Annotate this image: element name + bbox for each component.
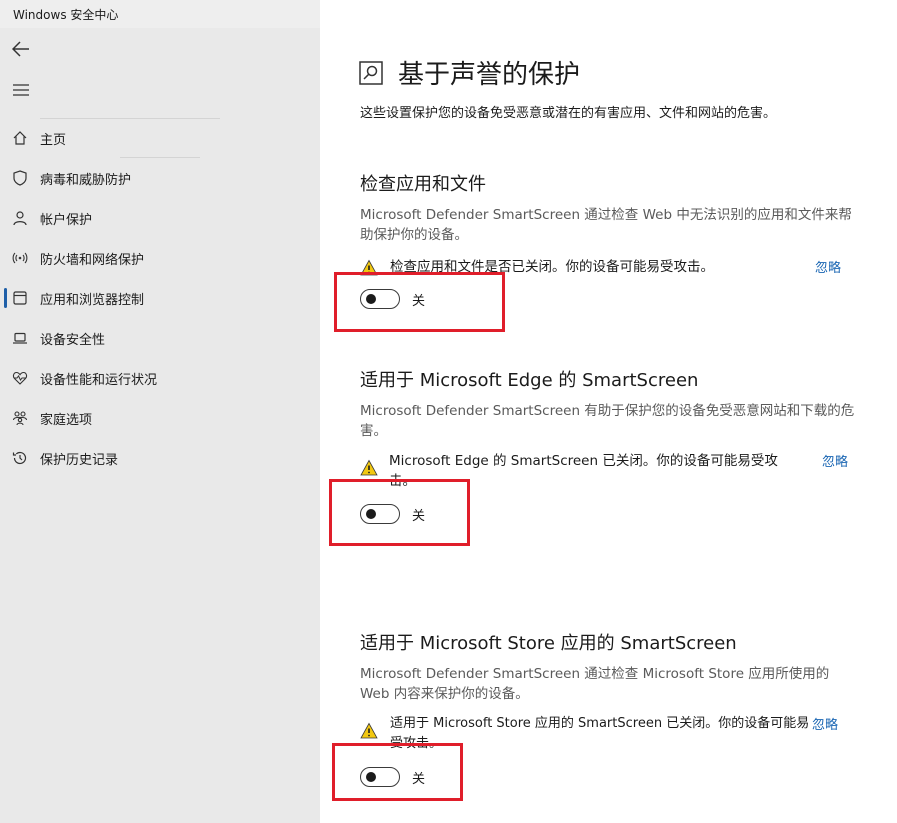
sidebar-item-protection-history[interactable]: 保护历史记录 <box>0 438 320 478</box>
laptop-icon <box>11 329 29 347</box>
heart-pulse-icon <box>11 369 29 387</box>
section-description: Microsoft Defender SmartScreen 有助于保护您的设备… <box>360 403 855 439</box>
hamburger-icon <box>13 84 29 96</box>
family-icon <box>11 409 29 427</box>
title-bar: Windows 安全中心 <box>0 0 320 28</box>
person-icon <box>11 209 29 227</box>
sidebar-item-app-browser-control[interactable]: 应用和浏览器控制 <box>0 278 320 318</box>
highlight-box <box>334 272 505 332</box>
sidebar-item-home[interactable]: 主页 <box>0 118 320 158</box>
section-title: 检查应用和文件 <box>360 174 486 195</box>
shield-icon <box>11 169 29 187</box>
app-browser-icon <box>11 289 29 307</box>
main-content: 基于声誉的保护 这些设置保护您的设备免受恶意或潜在的有害应用、文件和网站的危害。… <box>320 0 897 823</box>
sidebar-item-label: 病毒和威胁防护 <box>40 172 132 188</box>
reputation-protection-icon <box>359 60 383 85</box>
warning-icon <box>360 459 378 476</box>
sidebar-item-label: 家庭选项 <box>40 412 93 428</box>
page-description: 这些设置保护您的设备免受恶意或潜在的有害应用、文件和网站的危害。 <box>360 106 777 121</box>
ignore-link[interactable]: 忽略 <box>815 257 841 276</box>
section-description: Microsoft Defender SmartScreen 通过检查 Micr… <box>360 666 830 702</box>
sidebar-item-device-security[interactable]: 设备安全性 <box>0 318 320 358</box>
wifi-antenna-icon <box>11 249 29 267</box>
section-store-smartscreen: 适用于 Microsoft Store 应用的 SmartScreen Micr… <box>360 629 860 754</box>
ignore-link[interactable]: 忽略 <box>812 714 838 733</box>
home-icon <box>11 129 29 147</box>
section-edge-smartscreen: 适用于 Microsoft Edge 的 SmartScreen Microso… <box>360 366 860 491</box>
app-title: Windows 安全中心 <box>13 8 119 22</box>
sidebar: Windows 安全中心 主页 病毒和威胁防护 帐户保护 防火墙和网络保护 应用… <box>0 0 320 823</box>
sidebar-item-label: 保护历史记录 <box>40 452 119 468</box>
sidebar-item-label: 主页 <box>40 132 67 148</box>
warning-icon <box>360 722 378 739</box>
sidebar-item-label: 设备安全性 <box>40 332 106 348</box>
ignore-link[interactable]: 忽略 <box>822 451 848 470</box>
section-description: Microsoft Defender SmartScreen 通过检查 Web … <box>360 207 852 243</box>
sidebar-item-device-performance[interactable]: 设备性能和运行状况 <box>0 358 320 398</box>
sidebar-item-label: 应用和浏览器控制 <box>40 292 145 308</box>
sidebar-item-family-options[interactable]: 家庭选项 <box>0 398 320 438</box>
sidebar-item-label: 防火墙和网络保护 <box>40 252 145 268</box>
sidebar-item-label: 帐户保护 <box>40 212 93 228</box>
section-title: 适用于 Microsoft Store 应用的 SmartScreen <box>360 633 737 654</box>
sidebar-item-firewall[interactable]: 防火墙和网络保护 <box>0 238 320 278</box>
sidebar-item-account-protection[interactable]: 帐户保护 <box>0 198 320 238</box>
sidebar-item-label: 设备性能和运行状况 <box>40 372 158 388</box>
highlight-box <box>332 743 463 801</box>
back-button[interactable] <box>8 36 34 62</box>
page-title: 基于声誉的保护 <box>398 60 581 90</box>
history-icon <box>11 449 29 467</box>
sidebar-nav: 主页 病毒和威胁防护 帐户保护 防火墙和网络保护 应用和浏览器控制 设备安全性 … <box>0 118 320 478</box>
section-title: 适用于 Microsoft Edge 的 SmartScreen <box>360 370 699 391</box>
arrow-left-icon <box>12 41 29 57</box>
menu-button[interactable] <box>8 77 34 103</box>
highlight-box <box>329 479 470 546</box>
sidebar-item-virus-protection[interactable]: 病毒和威胁防护 <box>0 158 320 198</box>
page-header: 基于声誉的保护 <box>358 54 580 91</box>
